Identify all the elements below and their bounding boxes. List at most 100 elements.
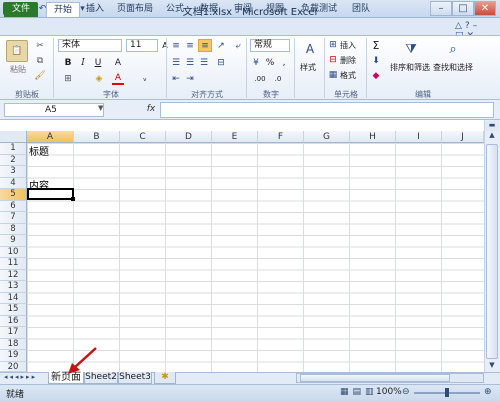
column-header-h[interactable]: H: [350, 131, 396, 143]
column-header-e[interactable]: E: [212, 131, 258, 143]
row-header-17[interactable]: 17: [0, 327, 27, 339]
align-center-icon[interactable]: ☰: [184, 57, 196, 68]
fill-handle[interactable]: [71, 197, 75, 201]
row-header-6[interactable]: 6: [0, 200, 27, 212]
format-cells-label[interactable]: 格式: [340, 70, 356, 81]
tab-file[interactable]: 文件: [4, 2, 38, 17]
paste-icon[interactable]: 📋: [6, 40, 28, 62]
row-header-16[interactable]: 16: [0, 315, 27, 327]
currency-icon[interactable]: ¥: [250, 57, 262, 69]
row-header-2[interactable]: 2: [0, 154, 27, 166]
row-header-12[interactable]: 12: [0, 269, 27, 281]
select-all-corner[interactable]: [0, 131, 27, 143]
row-header-14[interactable]: 14: [0, 292, 27, 304]
column-header-a[interactable]: A: [27, 131, 74, 143]
merge-center-icon[interactable]: ⊟: [214, 57, 228, 68]
grow-font-icon[interactable]: A: [160, 39, 170, 52]
row-header-18[interactable]: 18: [0, 338, 27, 350]
scroll-up-icon[interactable]: ▲: [485, 131, 499, 142]
scroll-down-icon[interactable]: ▼: [485, 361, 499, 371]
minimize-icon[interactable]: –: [430, 1, 452, 16]
row-header-9[interactable]: 9: [0, 235, 27, 247]
decrease-decimal-icon[interactable]: .0: [270, 73, 286, 85]
format-cells-icon[interactable]: ▦: [328, 70, 338, 80]
column-header-i[interactable]: I: [396, 131, 442, 143]
align-left-icon[interactable]: ☰: [170, 57, 182, 68]
copy-icon[interactable]: ⧉: [34, 55, 46, 67]
column-header-j[interactable]: J: [442, 131, 484, 143]
increase-decimal-icon[interactable]: .00: [252, 73, 268, 85]
sheet-nav-icons[interactable]: ◂◂◂▸▸▸: [4, 373, 37, 381]
tab-insert[interactable]: 插入: [84, 2, 106, 17]
increase-indent-icon[interactable]: ⇥: [184, 73, 196, 84]
view-buttons-icons[interactable]: ▦▤▥: [340, 387, 378, 397]
column-header-b[interactable]: B: [74, 131, 120, 143]
cut-icon[interactable]: ✂: [34, 40, 46, 52]
insert-cells-label[interactable]: 插入: [340, 40, 356, 51]
orientation-icon[interactable]: ↗: [214, 40, 228, 51]
row-header-3[interactable]: 3: [0, 166, 27, 178]
number-format-dropdown[interactable]: 常规: [250, 39, 290, 52]
wrap-text-icon[interactable]: ⤶: [232, 40, 244, 51]
font-name-dropdown[interactable]: 宋体: [58, 39, 122, 52]
format-painter-icon[interactable]: 🖌: [34, 70, 46, 82]
tab-formulas[interactable]: 公式: [164, 2, 186, 17]
decrease-indent-icon[interactable]: ⇤: [170, 73, 182, 84]
zoom-in-icon[interactable]: ⊕: [484, 387, 492, 397]
name-box-dropdown-icon[interactable]: ▼: [98, 104, 103, 112]
font-size-dropdown[interactable]: 11: [126, 39, 158, 52]
phonetic-icon[interactable]: ᵥ: [138, 73, 152, 85]
delete-cells-label[interactable]: 删除: [340, 55, 356, 66]
formula-input[interactable]: [160, 102, 494, 118]
tab-data[interactable]: 数据: [198, 2, 220, 17]
row-header-5[interactable]: 5: [0, 189, 27, 201]
tab-view[interactable]: 视图: [264, 2, 286, 17]
clear-icon[interactable]: ◆: [370, 70, 382, 81]
row-header-7[interactable]: 7: [0, 212, 27, 224]
row-header-11[interactable]: 11: [0, 258, 27, 270]
sort-filter-label[interactable]: 排序和筛选: [390, 62, 430, 73]
split-box-icon[interactable]: ▬: [485, 121, 499, 131]
autosum-icon[interactable]: Σ: [370, 39, 382, 52]
insert-sheet-icon[interactable]: ✱: [154, 372, 176, 384]
horizontal-scroll-thumb[interactable]: [300, 374, 450, 382]
zoom-level[interactable]: 100%: [376, 387, 402, 397]
comma-icon[interactable]: ,: [278, 57, 290, 69]
bold-icon[interactable]: B: [62, 57, 74, 69]
column-header-d[interactable]: D: [166, 131, 212, 143]
cell-a1[interactable]: 标题: [29, 143, 49, 158]
column-header-f[interactable]: F: [258, 131, 304, 143]
row-header-4[interactable]: 4: [0, 177, 27, 189]
tab-load-test[interactable]: 负载测试: [298, 2, 340, 17]
cell-grid[interactable]: [27, 143, 484, 372]
row-header-8[interactable]: 8: [0, 223, 27, 235]
sort-filter-icon[interactable]: ⧩: [402, 40, 420, 58]
row-header-15[interactable]: 15: [0, 304, 27, 316]
font-color-a-icon[interactable]: A: [112, 57, 124, 69]
maximize-icon[interactable]: □: [452, 1, 474, 16]
percent-icon[interactable]: %: [264, 57, 276, 69]
align-bottom-icon[interactable]: ≡: [198, 39, 212, 52]
borders-icon[interactable]: ⊞: [62, 73, 74, 85]
align-middle-icon[interactable]: ≡: [184, 40, 196, 51]
tab-page-layout[interactable]: 页面布局: [114, 2, 156, 17]
scroll-thumb[interactable]: [486, 144, 498, 359]
font-color-icon[interactable]: A: [112, 73, 124, 85]
active-cell-a5[interactable]: [27, 188, 74, 200]
zoom-slider-handle[interactable]: [445, 388, 449, 397]
fill-color-icon[interactable]: ◈: [92, 73, 106, 85]
insert-cells-icon[interactable]: ⊞: [328, 40, 338, 50]
sheet-tab-sheet3[interactable]: Sheet3: [118, 372, 152, 384]
close-icon[interactable]: ✕: [474, 1, 496, 16]
row-header-19[interactable]: 19: [0, 350, 27, 362]
column-header-g[interactable]: G: [304, 131, 350, 143]
underline-icon[interactable]: U: [92, 57, 104, 69]
tab-team[interactable]: 团队: [350, 2, 372, 17]
delete-cells-icon[interactable]: ⊟: [328, 55, 338, 65]
row-header-20[interactable]: 20: [0, 361, 27, 372]
find-select-icon[interactable]: ⌕: [444, 40, 462, 58]
tab-home[interactable]: 开始: [46, 2, 80, 17]
align-top-icon[interactable]: ≡: [170, 40, 182, 51]
name-box[interactable]: A5: [4, 103, 104, 117]
row-header-13[interactable]: 13: [0, 281, 27, 293]
